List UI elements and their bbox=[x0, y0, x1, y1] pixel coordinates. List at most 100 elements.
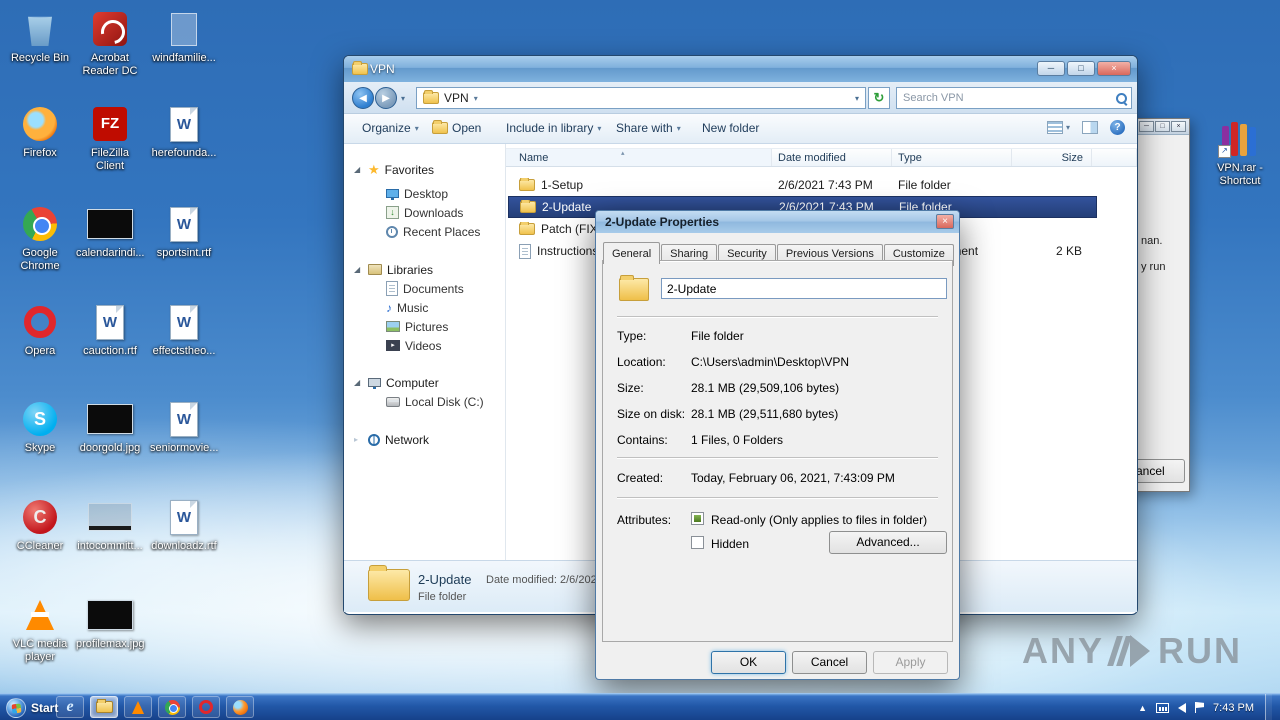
expand-arrow-icon[interactable]: ▸ bbox=[354, 435, 358, 444]
readonly-checkbox[interactable] bbox=[691, 512, 704, 525]
nav-item-pictures[interactable]: Pictures bbox=[344, 317, 505, 336]
desktop-icon-firefox[interactable]: Firefox bbox=[6, 103, 74, 160]
column-header-type[interactable]: Type bbox=[892, 149, 1012, 166]
desktop-icon-doorgold[interactable]: doorgold.jpg bbox=[76, 398, 144, 455]
taskbar-clock[interactable]: 7:43 PM bbox=[1213, 702, 1254, 714]
history-chevron-icon[interactable]: ▾ bbox=[401, 94, 405, 103]
desktop-icon-ccleaner[interactable]: C CCleaner bbox=[6, 496, 74, 553]
expand-arrow-icon[interactable]: ◢ bbox=[354, 378, 360, 387]
nav-item-documents[interactable]: Documents bbox=[344, 279, 505, 298]
breadcrumb-item[interactable]: VPN bbox=[444, 91, 469, 105]
taskbar-item-vlc[interactable] bbox=[124, 696, 152, 718]
desktop-icon-seniormovie[interactable]: seniormovie... bbox=[150, 398, 218, 455]
command-toolbar: Organize ▾ Open Include in library ▾ Share… bbox=[344, 114, 1137, 144]
word-document-icon bbox=[170, 499, 198, 535]
minimize-icon[interactable]: ─ bbox=[1139, 121, 1154, 132]
desktop-icon-recycle-bin[interactable]: Recycle Bin bbox=[6, 8, 74, 65]
help-button[interactable]: ? bbox=[1110, 120, 1125, 135]
column-header-date-modified[interactable]: Date modified bbox=[772, 149, 892, 166]
close-icon[interactable]: × bbox=[1171, 121, 1186, 132]
explorer-titlebar[interactable]: VPN ─ □ × bbox=[344, 56, 1137, 82]
new-folder-button[interactable]: New folder bbox=[702, 121, 759, 135]
desktop-icon-intocommitt[interactable]: intocommitt... bbox=[76, 496, 144, 553]
back-button[interactable]: ◀ bbox=[352, 87, 374, 109]
desktop-icon-skype[interactable]: S Skype bbox=[6, 398, 74, 455]
desktop-icon-filezilla[interactable]: FZ FileZilla Client bbox=[76, 103, 144, 173]
chevron-down-icon[interactable]: ▾ bbox=[474, 94, 478, 103]
image-thumbnail-icon bbox=[87, 600, 133, 630]
nav-group-network[interactable]: ▸ Network bbox=[344, 430, 505, 449]
taskbar-item-opera[interactable] bbox=[192, 696, 220, 718]
desktop-icon-cauction[interactable]: cauction.rtf bbox=[76, 301, 144, 358]
field-label: Size: bbox=[617, 381, 644, 395]
dialog-titlebar[interactable]: 2-Update Properties × bbox=[596, 211, 959, 233]
tab-general[interactable]: General bbox=[603, 242, 661, 264]
volume-tray-icon[interactable] bbox=[1178, 702, 1187, 713]
desktop-icon-acrobat[interactable]: Acrobat Reader DC bbox=[76, 8, 144, 78]
nav-item-desktop[interactable]: Desktop bbox=[344, 184, 505, 203]
taskbar-item-internet-explorer[interactable]: e bbox=[56, 696, 84, 718]
desktop-icon-windfamilie[interactable]: windfamilie... bbox=[150, 8, 218, 65]
show-desktop-button[interactable] bbox=[1265, 694, 1272, 720]
network-tray-icon[interactable] bbox=[1156, 702, 1170, 713]
nav-item-videos[interactable]: ▸ Videos bbox=[344, 336, 505, 355]
windows-orb-icon bbox=[6, 697, 26, 718]
search-box[interactable] bbox=[896, 87, 1132, 109]
column-header-size[interactable]: Size bbox=[1012, 149, 1092, 166]
nav-group-libraries[interactable]: ◢ Libraries bbox=[344, 260, 505, 279]
taskbar: Start e ▲ 7:43 PM bbox=[0, 693, 1280, 720]
expand-arrow-icon[interactable]: ◢ bbox=[354, 265, 360, 274]
nav-item-recent-places[interactable]: Recent Places bbox=[344, 222, 505, 241]
desktop-icon-herefounda[interactable]: herefounda... bbox=[150, 103, 218, 160]
action-center-flag-icon[interactable] bbox=[1195, 702, 1204, 713]
folder-icon bbox=[520, 200, 536, 213]
organize-button[interactable]: Organize ▾ bbox=[362, 121, 419, 135]
taskbar-item-chrome[interactable] bbox=[158, 696, 186, 718]
desktop-icon-sportsint[interactable]: sportsint.rtf bbox=[150, 203, 218, 260]
desktop-icon-effectstheo[interactable]: effectstheo... bbox=[150, 301, 218, 358]
close-icon[interactable]: × bbox=[1097, 61, 1131, 76]
desktop-icon-chrome[interactable]: Google Chrome bbox=[6, 203, 74, 273]
close-icon[interactable]: × bbox=[936, 214, 954, 229]
hidden-checkbox[interactable] bbox=[691, 536, 704, 549]
show-hidden-icons-button[interactable]: ▲ bbox=[1138, 703, 1147, 713]
apply-button[interactable]: Apply bbox=[873, 651, 948, 674]
truncated-text: y run bbox=[1141, 261, 1166, 273]
maximize-icon[interactable]: □ bbox=[1155, 121, 1170, 132]
desktop-icon-calendarindi[interactable]: calendarindi... bbox=[76, 203, 145, 260]
desktop-icon-vlc[interactable]: VLC media player bbox=[6, 594, 74, 664]
preview-pane-button[interactable] bbox=[1082, 121, 1098, 134]
folder-icon bbox=[519, 178, 535, 191]
nav-item-local-disk-c[interactable]: Local Disk (C:) bbox=[344, 392, 505, 411]
open-button[interactable]: Open bbox=[432, 120, 481, 135]
nav-group-computer[interactable]: ◢ Computer bbox=[344, 373, 505, 392]
refresh-button[interactable]: ↻ bbox=[868, 87, 890, 109]
maximize-icon[interactable]: □ bbox=[1067, 61, 1095, 76]
folder-name-field[interactable] bbox=[661, 278, 947, 299]
cancel-button[interactable]: Cancel bbox=[792, 651, 867, 674]
icon-label: downloadz.rtf bbox=[151, 540, 217, 552]
desktop-icon-downloadz[interactable]: downloadz.rtf bbox=[150, 496, 218, 553]
search-input[interactable] bbox=[903, 92, 1116, 104]
nav-item-music[interactable]: ♪ Music bbox=[344, 298, 505, 317]
file-row[interactable]: 1-Setup 2/6/2021 7:43 PM File folder bbox=[508, 174, 1097, 196]
include-in-library-button[interactable]: Include in library ▾ bbox=[506, 121, 601, 135]
desktop-icon-opera[interactable]: Opera bbox=[6, 301, 74, 358]
desktop-icon-vpn-rar-shortcut[interactable]: VPN.rar - Shortcut bbox=[1206, 118, 1274, 188]
taskbar-item-explorer-active[interactable] bbox=[90, 696, 118, 718]
search-icon[interactable] bbox=[1116, 92, 1127, 104]
taskbar-item-firefox[interactable] bbox=[226, 696, 254, 718]
share-with-button[interactable]: Share with ▾ bbox=[616, 121, 681, 135]
ok-button[interactable]: OK bbox=[711, 651, 786, 674]
desktop-icon-profilemax[interactable]: profilemax.jpg bbox=[76, 594, 144, 651]
minimize-icon[interactable]: ─ bbox=[1037, 61, 1065, 76]
column-header-name[interactable]: Name ▴ bbox=[506, 149, 772, 166]
breadcrumb[interactable]: VPN ▾ ▾ bbox=[416, 87, 866, 109]
change-view-button[interactable]: ▾ bbox=[1046, 121, 1070, 134]
advanced-button[interactable]: Advanced... bbox=[829, 531, 947, 554]
nav-group-favorites[interactable]: ◢ ★ Favorites bbox=[344, 160, 505, 179]
address-dropdown-icon[interactable]: ▾ bbox=[855, 94, 859, 103]
expand-arrow-icon[interactable]: ◢ bbox=[354, 165, 360, 174]
nav-item-downloads[interactable]: ↓ Downloads bbox=[344, 203, 505, 222]
forward-button[interactable]: ▶ bbox=[375, 87, 397, 109]
